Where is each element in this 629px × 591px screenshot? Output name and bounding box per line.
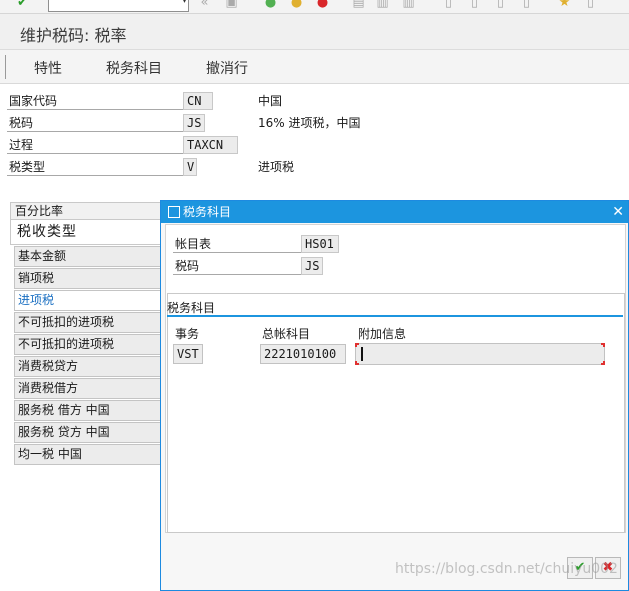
group-title: 税务科目 (167, 301, 216, 315)
tax-type-desc: 进项税 (258, 160, 295, 174)
tax-code-desc: 16% 进项税，中国 (258, 116, 361, 130)
extra-info-field[interactable] (355, 343, 605, 365)
list-item[interactable]: 消费税借方 (14, 378, 165, 399)
procedure-label: 过程 (7, 136, 183, 154)
dialog-title: 税务科目 (183, 205, 232, 219)
previous-page-icon[interactable]: ▯ (466, 0, 483, 11)
focus-corner (355, 361, 359, 365)
group-divider (167, 315, 623, 317)
focus-corner (601, 361, 605, 365)
new-session-icon[interactable]: ★ (556, 0, 573, 11)
tax-type-field[interactable]: V (183, 158, 197, 176)
gl-account-column-header: 总帐科目 (262, 327, 311, 341)
list-item[interactable]: 服务税 借方 中国 (14, 400, 165, 421)
focus-corner (601, 343, 605, 347)
command-field[interactable]: ▾ (48, 0, 189, 12)
list-item[interactable]: 销项税 (14, 268, 165, 289)
page-title: 维护税码: 税率 (0, 14, 629, 50)
undo-line-button[interactable]: 撤消行 (206, 58, 248, 78)
country-code-field[interactable]: CN (183, 92, 213, 110)
save-icon[interactable]: ▣ (223, 0, 240, 11)
application-toolbar: 特性 税务科目 撤消行 (0, 50, 629, 84)
watermark: https://blog.csdn.net/chuiyu002 (395, 561, 618, 577)
exit-icon[interactable]: ● (288, 0, 305, 11)
list-item[interactable]: 消费税贷方 (14, 356, 165, 377)
text-cursor (361, 347, 363, 361)
extra-info-column-header: 附加信息 (358, 327, 407, 341)
transaction-cell[interactable]: VST (173, 344, 203, 364)
next-page-icon[interactable]: ▯ (492, 0, 509, 11)
tax-code-field[interactable]: JS (183, 114, 205, 132)
cancel-icon[interactable]: ● (314, 0, 331, 11)
chart-of-accounts-field[interactable]: HS01 (301, 235, 339, 253)
list-item[interactable]: 基本金额 (14, 246, 165, 267)
dialog-tax-code-label: 税码 (173, 257, 301, 275)
dialog-titlebar: 税务科目 ✕ (161, 201, 628, 223)
gl-account-field[interactable]: 2221010100 (260, 344, 346, 364)
tax-type-column-header: 税收类型 (10, 219, 165, 245)
first-page-icon[interactable]: ▯ (440, 0, 457, 11)
tax-accounts-dialog: 税务科目 ✕ 帐目表 HS01 税码 JS 税务科目 事务 总帐科目 附加信息 … (160, 200, 629, 591)
dialog-tax-code-field[interactable]: JS (301, 257, 323, 275)
chart-of-accounts-label: 帐目表 (173, 235, 301, 253)
properties-button[interactable]: 特性 (34, 58, 62, 78)
list-item[interactable]: 均一税 中国 (14, 444, 165, 465)
chevron-down-icon[interactable]: ▾ (182, 0, 187, 6)
toolbar-separator (5, 55, 6, 79)
close-icon[interactable]: ✕ (612, 201, 624, 223)
system-toolbar: ✔ ▾ « ▣ ● ● ● ▤ ▥ ▥ ▯ ▯ ▯ ▯ ★ ▯ (0, 0, 629, 14)
find-icon[interactable]: ▥ (374, 0, 391, 11)
list-item[interactable]: 服务税 贷方 中国 (14, 422, 165, 443)
list-item[interactable]: 不可抵扣的进项税 (14, 334, 165, 355)
procedure-field[interactable]: TAXCN (183, 136, 238, 154)
tax-code-label: 税码 (7, 114, 183, 132)
shortcut-icon[interactable]: ▯ (582, 0, 599, 11)
country-code-label: 国家代码 (7, 92, 183, 110)
country-code-desc: 中国 (258, 94, 283, 108)
tax-accounts-button[interactable]: 税务科目 (106, 58, 162, 78)
focus-corner (355, 343, 359, 347)
back-icon[interactable]: ● (262, 0, 279, 11)
percent-panel-header: 百分比率 (10, 202, 165, 219)
last-page-icon[interactable]: ▯ (518, 0, 535, 11)
edit-icon (168, 206, 180, 218)
print-icon[interactable]: ▤ (350, 0, 367, 11)
list-item-selected[interactable]: 进项税 (14, 290, 165, 311)
enter-icon[interactable]: ✔ (14, 0, 31, 11)
tax-type-label: 税类型 (7, 158, 183, 176)
double-chevron-left-icon[interactable]: « (196, 0, 213, 11)
find-next-icon[interactable]: ▥ (400, 0, 417, 11)
transaction-column-header: 事务 (175, 327, 200, 341)
list-item[interactable]: 不可抵扣的进项税 (14, 312, 165, 333)
